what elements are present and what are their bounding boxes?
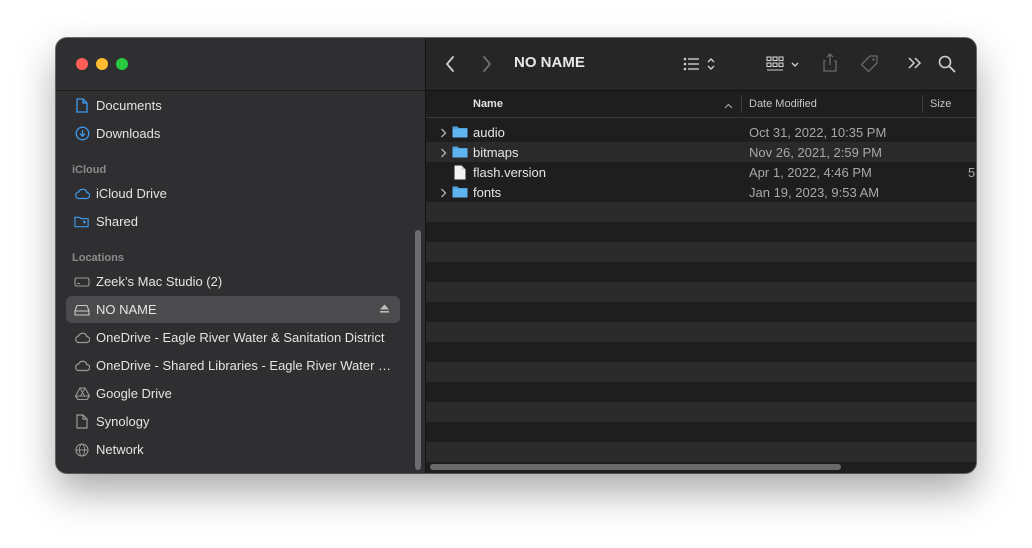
table-row[interactable]: flash.version Apr 1, 2022, 4:46 PM 5 bbox=[426, 162, 976, 182]
folder-icon bbox=[452, 185, 468, 201]
file-name: flash.version bbox=[473, 165, 546, 180]
sidebar-item-onedrive-eagle-river[interactable]: OneDrive - Eagle River Water & Sanitatio… bbox=[66, 324, 400, 351]
empty-row bbox=[426, 402, 976, 422]
empty-row bbox=[426, 442, 976, 462]
file-date: Apr 1, 2022, 4:46 PM bbox=[749, 165, 872, 180]
file-date: Oct 31, 2022, 10:35 PM bbox=[749, 125, 887, 140]
more-toolbar-icon[interactable] bbox=[907, 56, 923, 70]
sidebar-item-label: iCloud Drive bbox=[96, 186, 167, 201]
file-browser: NO NAME Name Date Modified Size audio Oc… bbox=[426, 38, 976, 473]
sidebar-item-mac-studio[interactable]: Zeek’s Mac Studio (2) bbox=[66, 268, 400, 295]
tag-icon[interactable] bbox=[860, 54, 880, 74]
sidebar-item-label: Google Drive bbox=[96, 386, 172, 401]
disclosure-triangle-icon[interactable] bbox=[440, 126, 447, 141]
sidebar-item-label: NO NAME bbox=[96, 302, 157, 317]
computer-icon bbox=[74, 274, 90, 290]
search-icon[interactable] bbox=[938, 55, 956, 73]
sidebar-heading-icloud: iCloud bbox=[72, 164, 107, 176]
column-size[interactable]: Size bbox=[930, 98, 951, 110]
disclosure-triangle-icon[interactable] bbox=[440, 146, 447, 161]
sidebar-item-google-drive[interactable]: Google Drive bbox=[66, 380, 400, 407]
minimize-button[interactable] bbox=[96, 58, 108, 70]
sidebar-item-label: Network bbox=[96, 442, 144, 457]
cloud-icon bbox=[74, 186, 90, 202]
sidebar-item-synology[interactable]: Synology bbox=[66, 408, 400, 435]
sidebar-scrollbar[interactable] bbox=[415, 230, 421, 470]
sidebar-item-network[interactable]: Network bbox=[66, 436, 400, 463]
folder-icon bbox=[452, 145, 468, 161]
table-row[interactable]: audio Oct 31, 2022, 10:35 PM bbox=[426, 122, 976, 142]
column-name[interactable]: Name bbox=[473, 98, 503, 110]
sidebar-item-shared[interactable]: Shared bbox=[66, 208, 400, 235]
eject-icon[interactable] bbox=[379, 302, 390, 317]
sort-ascending-icon bbox=[724, 100, 733, 112]
window-controls bbox=[76, 58, 128, 70]
share-icon[interactable] bbox=[822, 53, 838, 73]
empty-row bbox=[426, 202, 976, 222]
sidebar-heading-locations: Locations bbox=[72, 252, 124, 264]
column-separator[interactable] bbox=[741, 95, 742, 113]
table-row[interactable]: bitmaps Nov 26, 2021, 2:59 PM bbox=[426, 142, 976, 162]
file-name: audio bbox=[473, 125, 505, 140]
finder-window: Documents Downloads iCloud iCloud Drive bbox=[56, 38, 976, 473]
sidebar-item-downloads[interactable]: Downloads bbox=[66, 120, 400, 147]
list-view-icon[interactable] bbox=[682, 55, 718, 73]
sidebar-item-onedrive-shared-libraries[interactable]: OneDrive - Shared Libraries - Eagle Rive… bbox=[66, 352, 400, 379]
forward-button[interactable] bbox=[481, 55, 493, 73]
window-title: NO NAME bbox=[514, 54, 585, 71]
column-header: Name Date Modified Size bbox=[426, 91, 976, 118]
sidebar-item-no-name[interactable]: NO NAME bbox=[66, 296, 400, 323]
sidebar-item-label: Synology bbox=[96, 414, 150, 429]
group-icon[interactable] bbox=[766, 55, 802, 73]
column-date-modified[interactable]: Date Modified bbox=[749, 98, 817, 110]
close-button[interactable] bbox=[76, 58, 88, 70]
toolbar: NO NAME bbox=[426, 38, 976, 91]
disclosure-triangle-icon[interactable] bbox=[440, 186, 447, 201]
file-name: fonts bbox=[473, 185, 502, 200]
sidebar: Documents Downloads iCloud iCloud Drive bbox=[56, 38, 426, 473]
document-icon bbox=[74, 414, 90, 430]
sidebar-item-label: Zeek’s Mac Studio (2) bbox=[96, 274, 223, 289]
empty-row bbox=[426, 362, 976, 382]
cloud-icon bbox=[74, 330, 90, 346]
back-button[interactable] bbox=[444, 55, 456, 73]
sidebar-item-label: Shared bbox=[96, 214, 138, 229]
file-icon bbox=[454, 165, 466, 183]
empty-row bbox=[426, 282, 976, 302]
empty-row bbox=[426, 322, 976, 342]
folder-icon bbox=[452, 125, 468, 141]
sidebar-item-label: Downloads bbox=[96, 126, 161, 141]
file-size: 5 bbox=[968, 165, 976, 180]
empty-row bbox=[426, 242, 976, 262]
table-row[interactable]: fonts Jan 19, 2023, 9:53 AM bbox=[426, 182, 976, 202]
globe-icon bbox=[74, 442, 90, 458]
file-name: bitmaps bbox=[473, 145, 519, 160]
document-icon bbox=[74, 98, 90, 114]
file-date: Nov 26, 2021, 2:59 PM bbox=[749, 145, 882, 160]
cloud-icon bbox=[74, 358, 90, 374]
shared-folder-icon bbox=[74, 214, 90, 230]
sidebar-item-label: Documents bbox=[96, 98, 162, 113]
sidebar-item-documents[interactable]: Documents bbox=[66, 92, 400, 119]
download-icon bbox=[74, 126, 90, 142]
zoom-button[interactable] bbox=[116, 58, 128, 70]
sidebar-item-label: OneDrive - Shared Libraries - Eagle Rive… bbox=[96, 358, 396, 373]
horizontal-scrollbar[interactable] bbox=[430, 464, 841, 470]
file-date: Jan 19, 2023, 9:53 AM bbox=[749, 185, 880, 200]
column-separator[interactable] bbox=[922, 95, 923, 113]
sidebar-divider bbox=[56, 90, 425, 91]
drive-icon bbox=[74, 302, 90, 318]
sidebar-item-label: OneDrive - Eagle River Water & Sanitatio… bbox=[96, 330, 385, 345]
google-drive-icon bbox=[74, 386, 90, 402]
sidebar-item-icloud-drive[interactable]: iCloud Drive bbox=[66, 180, 400, 207]
